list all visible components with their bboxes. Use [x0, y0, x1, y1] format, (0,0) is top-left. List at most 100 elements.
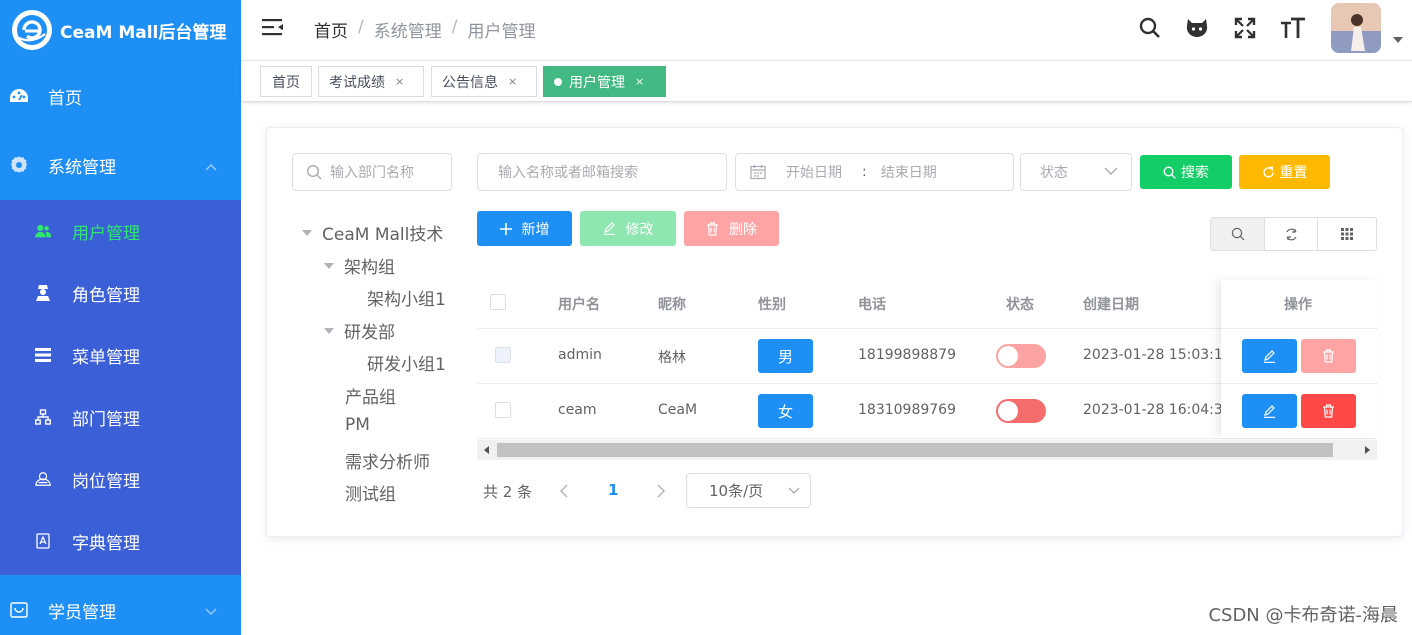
close-icon[interactable]: ×	[508, 75, 517, 88]
breadcrumb-separator: /	[451, 17, 458, 37]
search-button[interactable]: 搜索	[1140, 155, 1232, 189]
caret-down-icon[interactable]	[1393, 37, 1403, 43]
tree-node-label: 研发小组1	[367, 355, 446, 375]
select-all-checkbox[interactable]	[490, 294, 506, 310]
breadcrumb-home[interactable]: 首页	[314, 17, 348, 42]
sidebar-item-label: 学员管理	[48, 602, 116, 623]
edit-button-label: 修改	[625, 221, 654, 238]
tag-announcements[interactable]: 公告信息 ×	[431, 66, 537, 97]
app-logo[interactable]: CeaM Mall后台管理	[0, 0, 241, 60]
cell-phone: 18310989769	[858, 402, 956, 418]
search-placeholder: 输入名称或者邮箱搜索	[498, 165, 638, 181]
font-size-icon[interactable]	[1280, 15, 1306, 41]
close-icon[interactable]: ×	[635, 75, 644, 88]
column-header[interactable]: 电话	[858, 294, 886, 314]
tag-label: 首页	[272, 74, 300, 91]
cell-nickname: 格林	[658, 350, 686, 366]
current-page[interactable]: 1	[608, 481, 618, 499]
edit-icon	[1263, 404, 1276, 418]
switch-knob	[998, 401, 1018, 421]
caret-down-icon	[324, 327, 334, 334]
tree-node-label: 测试组	[345, 485, 396, 505]
scroll-left-icon[interactable]	[484, 446, 489, 454]
tree-node[interactable]: CeaM Mall技术	[302, 220, 443, 245]
row-delete-button[interactable]	[1301, 339, 1356, 373]
cell-nickname: CeaM	[658, 402, 698, 418]
reset-button[interactable]: 重置	[1239, 155, 1330, 189]
close-icon[interactable]: ×	[395, 75, 404, 88]
caret-down-icon	[324, 262, 334, 269]
github-icon[interactable]	[1184, 15, 1210, 41]
tree-node[interactable]: 测试组	[345, 480, 396, 505]
tag-label: 考试成绩	[329, 74, 385, 91]
column-header[interactable]: 状态	[1006, 294, 1034, 314]
collapse-menu-icon[interactable]	[262, 18, 284, 40]
delete-button[interactable]: 删除	[684, 211, 779, 246]
prev-page-icon[interactable]	[559, 484, 569, 498]
row-delete-button[interactable]	[1301, 394, 1356, 428]
switch-knob	[998, 346, 1018, 366]
search-icon[interactable]	[1137, 15, 1163, 41]
tree-node[interactable]: 架构组	[324, 253, 395, 278]
column-header[interactable]: 创建日期	[1083, 294, 1139, 314]
sidebar-item-users[interactable]: 用户管理	[0, 200, 241, 262]
refresh-button[interactable]	[1265, 218, 1318, 250]
next-page-icon[interactable]	[656, 484, 666, 498]
horizontal-scrollbar[interactable]	[477, 440, 1377, 460]
tag-exam-scores[interactable]: 考试成绩 ×	[318, 66, 424, 97]
sidebar-item-dictionary[interactable]: 字典管理	[0, 510, 241, 572]
scrollbar-thumb[interactable]	[497, 443, 1333, 457]
status-switch[interactable]	[996, 399, 1046, 423]
toggle-search-button[interactable]	[1211, 218, 1265, 250]
columns-button[interactable]	[1318, 218, 1376, 250]
tree-node[interactable]: 产品组	[345, 383, 396, 408]
column-header[interactable]: 性别	[758, 294, 786, 314]
tree-node[interactable]: 需求分析师	[345, 448, 430, 473]
row-divider	[1221, 383, 1378, 384]
tree-node-label: 研发部	[344, 323, 395, 343]
fullscreen-icon[interactable]	[1232, 15, 1258, 41]
search-icon	[306, 164, 322, 180]
app-title: CeaM Mall后台管理	[60, 22, 227, 43]
sidebar-item-home[interactable]: 首页	[0, 65, 241, 127]
sidebar-item-posts[interactable]: 岗位管理	[0, 448, 241, 510]
edit-button[interactable]: 修改	[580, 211, 676, 246]
row-checkbox[interactable]	[495, 347, 511, 363]
tree-node[interactable]: 研发部	[324, 318, 395, 343]
sidebar-item-menus[interactable]: 菜单管理	[0, 324, 241, 386]
tree-node[interactable]: 研发小组1	[367, 350, 446, 375]
tree-node[interactable]: PM	[345, 415, 370, 435]
status-select[interactable]: 状态	[1020, 153, 1132, 191]
sidebar-item-roles[interactable]: 角色管理	[0, 262, 241, 324]
row-edit-button[interactable]	[1242, 339, 1297, 373]
breadcrumb-system: 系统管理	[373, 22, 442, 42]
tag-home[interactable]: 首页	[260, 66, 312, 97]
date-range-picker[interactable]: 开始日期 : 结束日期	[735, 153, 1014, 191]
add-button[interactable]: 新增	[477, 211, 572, 246]
pagination-total: 共 2 条	[483, 483, 533, 501]
dept-search-input[interactable]: 输入部门名称	[292, 153, 452, 191]
tree-node[interactable]: 架构小组1	[367, 285, 446, 310]
status-switch[interactable]	[996, 344, 1046, 368]
row-edit-button[interactable]	[1242, 394, 1297, 428]
scroll-right-icon[interactable]	[1365, 446, 1370, 454]
refresh-icon	[1285, 228, 1298, 241]
logo-icon	[12, 10, 52, 50]
row-checkbox[interactable]	[495, 402, 511, 418]
tag-user-management[interactable]: 用户管理 ×	[543, 66, 666, 97]
column-header[interactable]: 昵称	[658, 294, 686, 314]
column-header[interactable]: 用户名	[558, 294, 600, 314]
page-size-select[interactable]: 10条/页	[686, 473, 811, 508]
sidebar-item-departments[interactable]: 部门管理	[0, 386, 241, 448]
sidebar-item-system[interactable]: 系统管理	[0, 134, 241, 196]
dashboard-icon	[9, 88, 29, 104]
sidebar-item-students[interactable]: 学员管理	[0, 579, 241, 635]
search-input[interactable]: 输入名称或者邮箱搜索	[477, 153, 727, 191]
menu-list-icon	[35, 348, 51, 362]
avatar[interactable]	[1331, 3, 1381, 53]
sidebar: CeaM Mall后台管理 首页 系统管理 用户管理 角色管理 菜单管理 部门管…	[0, 0, 241, 635]
search-icon	[1231, 227, 1245, 241]
tree-node-label: 架构组	[344, 258, 395, 278]
calendar-icon	[750, 164, 766, 180]
chevron-down-icon	[1104, 167, 1118, 176]
